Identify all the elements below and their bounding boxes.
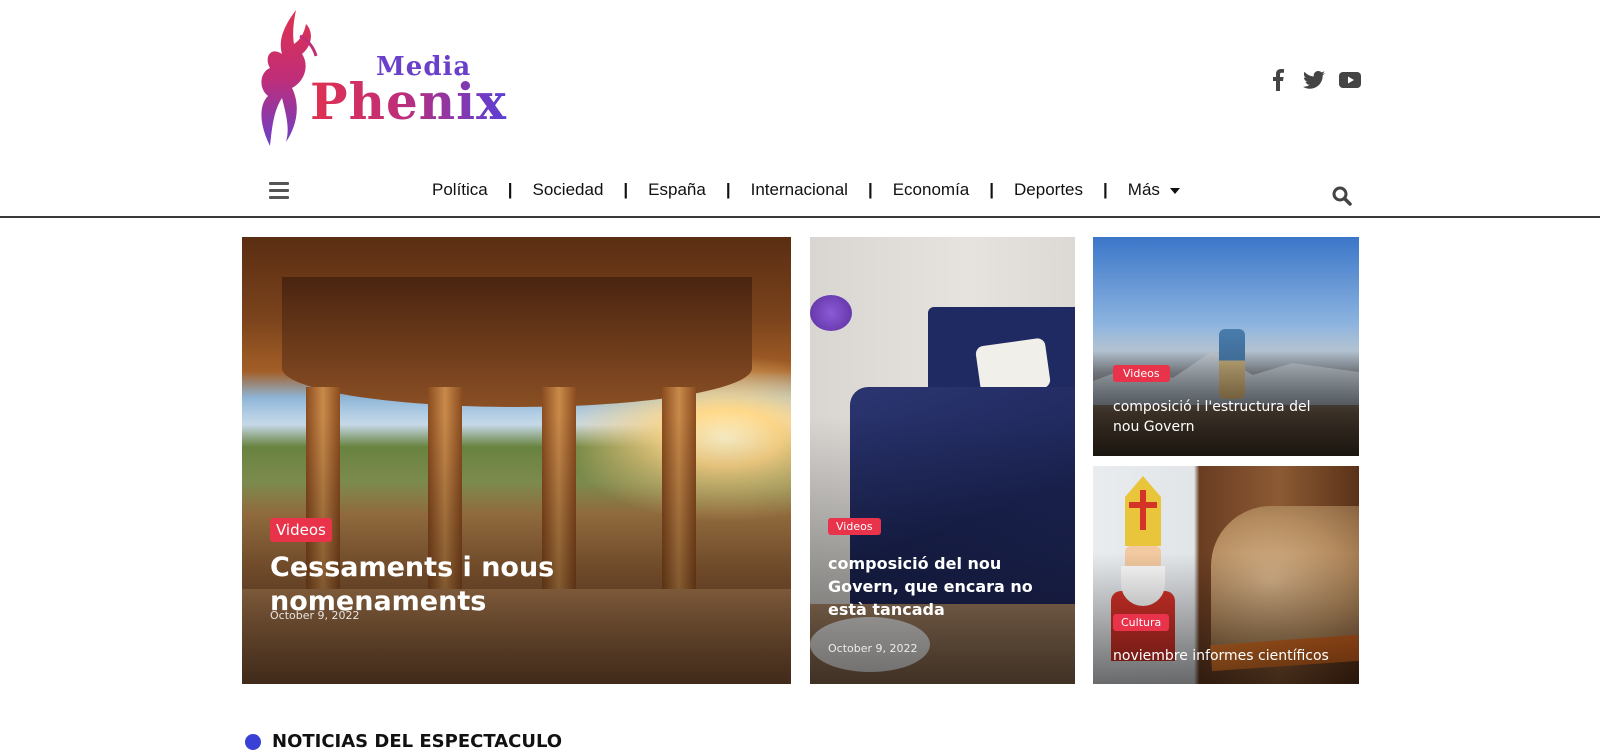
article-date: October 9, 2022 [270,609,360,622]
nav-separator: | [623,180,629,199]
nav-separator: | [867,180,873,199]
nav-separator: | [725,180,731,199]
featured-card-main[interactable]: Videos Cessaments i nous nomenaments Oct… [242,237,791,684]
section-header: NOTICIAS DEL ESPECTACULO [245,731,562,752]
nav-item-politica[interactable]: Política [432,180,488,200]
twitter-icon[interactable] [1302,68,1326,92]
main-navigation: Política | Sociedad | España | Internaci… [0,172,1600,218]
category-badge[interactable]: Cultura [1113,614,1170,631]
nav-separator: | [989,180,995,199]
hamburger-menu-icon[interactable] [269,182,289,200]
nav-item-internacional[interactable]: Internacional [751,180,848,200]
phoenix-bird-icon [261,10,318,146]
section-title: NOTICIAS DEL ESPECTACULO [272,731,563,752]
category-badge[interactable]: Videos [270,518,332,542]
nav-item-deportes[interactable]: Deportes [1014,180,1083,200]
featured-card-4[interactable]: Cultura noviembre informes científicos [1093,466,1359,684]
article-title[interactable]: composició i l'estructura del nou Govern [1113,397,1333,437]
search-icon[interactable] [1332,186,1352,206]
social-links [1266,68,1362,92]
nav-item-economia[interactable]: Economía [893,180,970,200]
nav-item-mas-label: Más [1127,180,1160,199]
facebook-icon[interactable] [1266,68,1290,92]
featured-card-3[interactable]: Videos composició i l'estructura del nou… [1093,237,1359,456]
section-bullet-icon [245,733,261,750]
nav-item-mas[interactable]: Más [1128,180,1180,200]
nav-item-sociedad[interactable]: Sociedad [533,180,604,200]
nav-separator: | [507,180,513,199]
logo-text-phenix: Phenix [310,72,507,131]
nav-menu: Política | Sociedad | España | Internaci… [432,180,1180,200]
category-badge[interactable]: Videos [828,518,881,535]
category-badge[interactable]: Videos [1113,365,1170,382]
caret-down-icon [1169,187,1180,194]
article-date: October 9, 2022 [828,642,918,655]
site-logo[interactable]: Media Phenix [256,6,506,152]
featured-card-2[interactable]: Videos composició del nou Govern, que en… [810,237,1075,684]
card-image-flowers [810,295,852,331]
nav-separator: | [1103,180,1108,199]
article-title[interactable]: noviembre informes científicos [1113,646,1353,666]
youtube-icon[interactable] [1338,68,1362,92]
article-title[interactable]: composició del nou Govern, que encara no… [828,552,1058,621]
nav-item-espana[interactable]: España [648,180,706,200]
